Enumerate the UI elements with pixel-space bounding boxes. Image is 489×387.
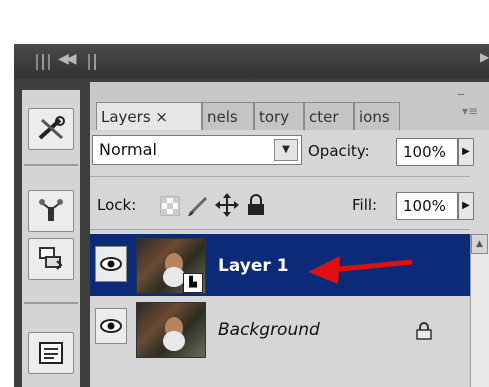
grip-handle[interactable] bbox=[42, 54, 44, 70]
tab-label: Layers × bbox=[101, 108, 168, 126]
puppet-icon bbox=[39, 199, 63, 221]
visibility-toggle[interactable] bbox=[95, 246, 127, 282]
document-icon bbox=[39, 342, 63, 364]
dropdown-arrow-icon[interactable]: ▼ bbox=[274, 139, 298, 161]
tab-character[interactable]: cter bbox=[304, 102, 354, 130]
tab-layers[interactable]: Layers × bbox=[96, 102, 202, 130]
lock-icon bbox=[416, 322, 432, 340]
divider bbox=[24, 164, 78, 166]
blend-mode-value: Normal bbox=[99, 140, 157, 159]
lock-move-icon[interactable] bbox=[214, 192, 240, 218]
grip-handle[interactable] bbox=[48, 54, 50, 70]
grip-handle[interactable] bbox=[36, 54, 38, 70]
collapse-arrows-icon[interactable]: ◀◀ bbox=[58, 51, 76, 67]
fill-field[interactable]: 100% bbox=[396, 192, 458, 220]
lock-transparent-icon[interactable] bbox=[160, 196, 180, 216]
fill-slider-arrow-icon[interactable]: ▶ bbox=[458, 192, 474, 220]
layer-thumbnail[interactable]: ▙ bbox=[136, 238, 206, 294]
grip-handle[interactable] bbox=[94, 54, 96, 70]
fill-label: Fill: bbox=[352, 196, 378, 214]
grip-handle[interactable] bbox=[88, 54, 90, 70]
document-button[interactable] bbox=[28, 332, 74, 374]
blend-mode-select[interactable]: Normal bbox=[92, 135, 302, 165]
tab-label: ions bbox=[359, 108, 390, 126]
lock-all-icon[interactable] bbox=[246, 194, 266, 216]
panel-titlebar[interactable] bbox=[14, 44, 489, 78]
tab-history[interactable]: tory bbox=[254, 102, 304, 130]
opacity-slider-arrow-icon[interactable]: ▶ bbox=[458, 138, 474, 166]
tools-icon bbox=[38, 116, 65, 140]
visibility-toggle[interactable] bbox=[95, 308, 127, 344]
minimize-icon[interactable]: – bbox=[457, 84, 465, 103]
layer-thumbnail[interactable] bbox=[136, 302, 206, 358]
divider bbox=[90, 229, 470, 230]
expand-arrow-icon[interactable]: ▶ bbox=[480, 50, 489, 64]
opacity-value: 100% bbox=[403, 143, 446, 161]
tab-label: nels bbox=[207, 108, 238, 126]
tool-strip bbox=[22, 90, 80, 387]
lock-label: Lock: bbox=[97, 196, 137, 214]
page-header-fragment bbox=[0, 0, 489, 28]
opacity-field[interactable]: 100% bbox=[396, 138, 458, 166]
puppet-button[interactable] bbox=[28, 190, 74, 232]
eye-icon bbox=[100, 257, 122, 271]
layer-name[interactable]: Background bbox=[218, 320, 320, 340]
divider bbox=[90, 176, 470, 177]
smart-object-icon: ▙ bbox=[183, 273, 203, 293]
tab-label: cter bbox=[309, 108, 339, 126]
eye-icon bbox=[100, 319, 122, 333]
stamp-button[interactable] bbox=[28, 238, 74, 280]
divider bbox=[24, 302, 78, 304]
fill-value: 100% bbox=[403, 197, 446, 215]
panel-menu-icon[interactable]: ▾≡ bbox=[462, 104, 478, 118]
tab-channels[interactable]: nels bbox=[202, 102, 254, 130]
opacity-label: Opacity: bbox=[308, 142, 370, 160]
scroll-up-icon[interactable]: ▲ bbox=[471, 234, 488, 254]
tab-label: tory bbox=[259, 108, 290, 126]
tools-button[interactable] bbox=[28, 108, 74, 150]
layer-name[interactable]: Layer 1 bbox=[218, 256, 289, 276]
scrollbar[interactable] bbox=[470, 234, 489, 387]
stamp-icon bbox=[39, 247, 63, 270]
annotation-arrow-icon bbox=[308, 256, 413, 284]
tab-actions[interactable]: ions bbox=[354, 102, 400, 130]
lock-brush-icon[interactable] bbox=[186, 194, 210, 218]
